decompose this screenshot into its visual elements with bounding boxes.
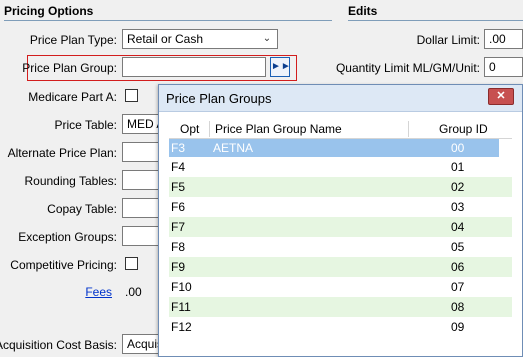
column-header-name[interactable]: Price Plan Group Name [215, 122, 342, 136]
row-opt: F10 [171, 280, 192, 294]
table-row[interactable]: F11 08 [169, 297, 512, 317]
pricing-options-title: Pricing Options [4, 4, 94, 18]
table-row[interactable]: F8 05 [169, 237, 512, 257]
row-group-id: 02 [451, 180, 465, 194]
alternate-price-plan-select[interactable] [122, 142, 162, 162]
price-plan-group-input[interactable] [122, 57, 266, 77]
quantity-limit-input[interactable]: 0 [484, 57, 523, 77]
close-icon: ✕ [496, 90, 506, 102]
column-header-group-id[interactable]: Group ID [439, 122, 488, 136]
table-row[interactable]: F7 04 [169, 217, 512, 237]
row-group-id: 08 [451, 300, 465, 314]
table-row[interactable]: F10 07 [169, 277, 512, 297]
dialog-title: Price Plan Groups [166, 91, 272, 106]
row-opt: F4 [171, 160, 186, 174]
fees-link[interactable]: Fees [85, 285, 112, 299]
dollar-limit-input[interactable]: .00 [484, 29, 523, 49]
fees-value: .00 [125, 285, 142, 299]
column-separator [209, 121, 210, 137]
acquisition-cost-basis-select[interactable]: Acquis [122, 334, 162, 354]
grid-header: Opt Price Plan Group Name Group ID [169, 119, 512, 139]
acquisition-cost-basis-label: Acquisition Cost Basis: [0, 338, 117, 352]
table-row[interactable]: F5 02 [169, 177, 512, 197]
edits-title: Edits [348, 4, 378, 18]
competitive-pricing-checkbox[interactable] [125, 257, 138, 270]
price-table-label: Price Table: [54, 118, 117, 132]
price-plan-groups-grid: Opt Price Plan Group Name Group ID F3 AE… [169, 119, 512, 355]
rounding-tables-select[interactable] [122, 170, 162, 190]
chevron-down-icon: ⌄ [262, 33, 272, 44]
exception-groups-label: Exception Groups: [18, 230, 117, 244]
price-table-value: MED A [127, 117, 162, 131]
acquisition-cost-basis-value: Acquis [127, 337, 162, 351]
table-row[interactable]: F12 09 [169, 317, 512, 337]
table-row[interactable]: F3 AETNA 00 [169, 139, 499, 157]
copay-table-select[interactable] [122, 198, 162, 218]
row-opt: F5 [171, 180, 186, 194]
column-header-opt[interactable]: Opt [180, 122, 199, 136]
row-opt: F11 [171, 300, 191, 314]
row-opt: F12 [171, 320, 192, 334]
row-opt: F7 [171, 220, 186, 234]
row-group-id: 06 [451, 260, 465, 274]
column-separator [408, 121, 409, 137]
price-plan-groups-dialog: Price Plan Groups ✕ Opt Price Plan Group… [158, 84, 523, 357]
price-plan-group-label: Price Plan Group: [22, 61, 117, 75]
row-group-id: 00 [451, 141, 465, 155]
copay-table-label: Copay Table: [47, 202, 117, 216]
row-group-id: 07 [451, 280, 465, 294]
price-plan-type-select[interactable]: Retail or Cash ⌄ [122, 29, 278, 49]
dollar-limit-label: Dollar Limit: [416, 33, 480, 47]
price-plan-type-value: Retail or Cash [127, 32, 204, 46]
table-row[interactable]: F6 03 [169, 197, 512, 217]
dialog-title-bar: Price Plan Groups [159, 85, 522, 112]
row-opt: F3 [171, 141, 186, 155]
row-opt: F8 [171, 240, 186, 254]
competitive-pricing-label: Competitive Pricing: [10, 258, 117, 272]
close-button[interactable]: ✕ [488, 88, 514, 105]
medicare-part-a-checkbox[interactable] [125, 89, 138, 102]
row-opt: F6 [171, 200, 186, 214]
alternate-price-plan-label: Alternate Price Plan: [7, 146, 117, 160]
exception-groups-select[interactable] [122, 226, 162, 246]
table-row[interactable]: F9 06 [169, 257, 512, 277]
row-opt: F9 [171, 260, 186, 274]
pricing-options-divider [4, 20, 332, 21]
row-group-id: 03 [451, 200, 465, 214]
price-plan-type-label: Price Plan Type: [29, 33, 117, 47]
table-row[interactable]: F4 01 [169, 157, 512, 177]
medicare-part-a-label: Medicare Part A: [28, 90, 117, 104]
row-group-id: 01 [451, 160, 465, 174]
row-group-id: 04 [451, 220, 465, 234]
row-group-id: 05 [451, 240, 465, 254]
row-group-id: 09 [451, 320, 465, 334]
lookup-button[interactable]: ►► [270, 57, 291, 77]
quantity-limit-label: Quantity Limit ML/GM/Unit: [335, 61, 480, 75]
rounding-tables-label: Rounding Tables: [24, 174, 117, 188]
edits-divider [348, 20, 523, 21]
fast-forward-icon: ►► [271, 61, 291, 72]
price-table-select[interactable]: MED A [122, 114, 162, 134]
row-name: AETNA [213, 141, 254, 155]
